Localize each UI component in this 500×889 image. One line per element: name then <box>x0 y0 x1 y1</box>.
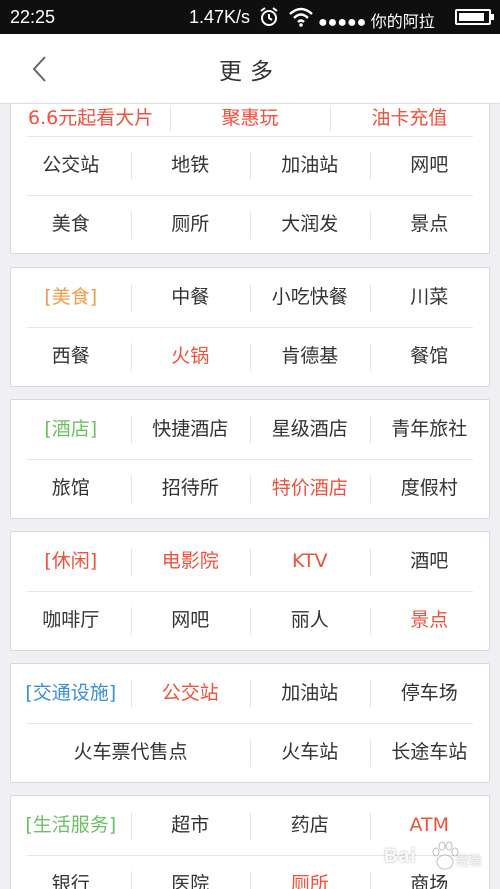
grid-item-internet-cafe[interactable]: 网吧 <box>369 136 490 195</box>
grid-item-restaurant[interactable]: 餐馆 <box>369 327 490 386</box>
grid-item-snacks[interactable]: 小吃快餐 <box>250 268 370 327</box>
grid-item-discount-hotel[interactable]: 特价酒店 <box>250 459 370 518</box>
baidu-jingyan-watermark: Bai 经验 <box>378 836 490 884</box>
card-hotel: [酒店] 快捷酒店 星级酒店 青年旅社 旅馆 招待所 特价酒店 度假村 <box>10 399 490 519</box>
grid-item-train-ticket-agency[interactable]: 火车票代售点 <box>11 723 250 782</box>
row-leisure-2: 咖啡厅 网吧 丽人 景点 <box>11 591 489 650</box>
grid-item-bank[interactable]: 银行 <box>11 855 131 889</box>
category-label-life-services[interactable]: [生活服务] <box>11 796 131 855</box>
grid-item-inn[interactable]: 旅馆 <box>11 459 131 518</box>
grid-item-western-food[interactable]: 西餐 <box>11 327 131 386</box>
row-food-2: 西餐 火锅 肯德基 餐馆 <box>11 327 489 386</box>
grid-item-pharmacy[interactable]: 药店 <box>250 796 370 855</box>
category-label-leisure[interactable]: [休闲] <box>11 532 131 591</box>
grid-item-restroom-2[interactable]: 厕所 <box>250 855 370 889</box>
card-transport: [交通设施] 公交站 加油站 停车场 火车票代售点 火车站 长途车站 <box>10 663 490 783</box>
category-label-hotel[interactable]: [酒店] <box>11 400 131 459</box>
page-title: 更多 <box>219 59 281 85</box>
grid-item-rt-mart[interactable]: 大润发 <box>250 195 370 254</box>
grid-item-restroom[interactable]: 厕所 <box>130 195 251 254</box>
grid-item-cinema[interactable]: 电影院 <box>130 532 251 591</box>
category-list: 6.6元起看大片 聚惠玩 油卡充值 公交站 地铁 加油站 网吧 美食 厕所 大润… <box>0 104 500 889</box>
grid-item-fuel-card[interactable]: 油卡充值 <box>329 106 489 136</box>
grid-item-movie-promo[interactable]: 6.6元起看大片 <box>11 106 170 136</box>
watermark-sub: 经验 <box>456 854 483 869</box>
row-transport-1: [交通设施] 公交站 加油站 停车场 <box>11 664 489 723</box>
status-carrier: ●●●●● 你的阿拉 <box>318 14 435 31</box>
status-net-speed: 1.47K/s <box>189 7 251 27</box>
grid-item-train-station[interactable]: 火车站 <box>250 723 370 782</box>
wifi-icon <box>289 7 313 27</box>
row-hotel-1: [酒店] 快捷酒店 星级酒店 青年旅社 <box>11 400 489 459</box>
grid-item-parking[interactable]: 停车场 <box>369 664 490 723</box>
grid-item-bus-stop-2[interactable]: 公交站 <box>130 664 251 723</box>
grid-item-resort[interactable]: 度假村 <box>369 459 490 518</box>
grid-item-hospital[interactable]: 医院 <box>130 855 251 889</box>
grid-item-hotpot[interactable]: 火锅 <box>130 327 251 386</box>
row-top-2: 美食 厕所 大润发 景点 <box>11 195 489 254</box>
nav-bar: 更多 <box>0 34 500 104</box>
grid-item-kfc[interactable]: 肯德基 <box>250 327 370 386</box>
grid-item-gas-station[interactable]: 加油站 <box>250 136 370 195</box>
card-food: [美食] 中餐 小吃快餐 川菜 西餐 火锅 肯德基 餐馆 <box>10 267 490 387</box>
grid-item-sichuan[interactable]: 川菜 <box>369 268 490 327</box>
grid-item-food[interactable]: 美食 <box>11 195 131 254</box>
grid-item-gas-station-2[interactable]: 加油站 <box>250 664 370 723</box>
grid-item-bar[interactable]: 酒吧 <box>369 532 490 591</box>
grid-item-scenic-spot-2[interactable]: 景点 <box>369 591 490 650</box>
row-hotel-2: 旅馆 招待所 特价酒店 度假村 <box>11 459 489 518</box>
card-top: 6.6元起看大片 聚惠玩 油卡充值 公交站 地铁 加油站 网吧 美食 厕所 大润… <box>10 104 490 254</box>
grid-item-budget-hotel[interactable]: 快捷酒店 <box>130 400 251 459</box>
grid-item-ktv[interactable]: KTV <box>250 532 370 591</box>
grid-item-beauty[interactable]: 丽人 <box>250 591 370 650</box>
category-label-food[interactable]: [美食] <box>11 268 131 327</box>
row-top-1: 公交站 地铁 加油站 网吧 <box>11 136 489 195</box>
card-leisure: [休闲] 电影院 KTV 酒吧 咖啡厅 网吧 丽人 景点 <box>10 531 490 651</box>
battery-level <box>459 13 484 21</box>
grid-item-star-hotel[interactable]: 星级酒店 <box>250 400 370 459</box>
grid-item-metro[interactable]: 地铁 <box>130 136 251 195</box>
grid-item-guesthouse[interactable]: 招待所 <box>130 459 251 518</box>
grid-item-cafe[interactable]: 咖啡厅 <box>11 591 131 650</box>
grid-item-internet-cafe-2[interactable]: 网吧 <box>130 591 251 650</box>
row-top-partial: 6.6元起看大片 聚惠玩 油卡充值 <box>11 104 489 136</box>
status-bar: 22:25 1.47K/s ●●●●● 你的阿拉 <box>0 0 500 34</box>
grid-item-hostel[interactable]: 青年旅社 <box>369 400 490 459</box>
battery-icon <box>455 9 494 25</box>
category-label-transport[interactable]: [交通设施] <box>11 664 131 723</box>
alarm-clock-icon <box>260 7 278 26</box>
grid-item-supermarket[interactable]: 超市 <box>130 796 251 855</box>
row-transport-2: 火车票代售点 火车站 长途车站 <box>11 723 489 782</box>
grid-item-scenic-spot[interactable]: 景点 <box>369 195 490 254</box>
grid-item-bus-stop[interactable]: 公交站 <box>11 136 131 195</box>
row-food-1: [美食] 中餐 小吃快餐 川菜 <box>11 268 489 327</box>
row-leisure-1: [休闲] 电影院 KTV 酒吧 <box>11 532 489 591</box>
grid-item-chinese-food[interactable]: 中餐 <box>130 268 251 327</box>
grid-item-coach-station[interactable]: 长途车站 <box>369 723 490 782</box>
status-time: 22:25 <box>10 7 56 27</box>
watermark-text: Bai <box>384 846 417 867</box>
grid-item-juhuiwan[interactable]: 聚惠玩 <box>170 106 329 136</box>
